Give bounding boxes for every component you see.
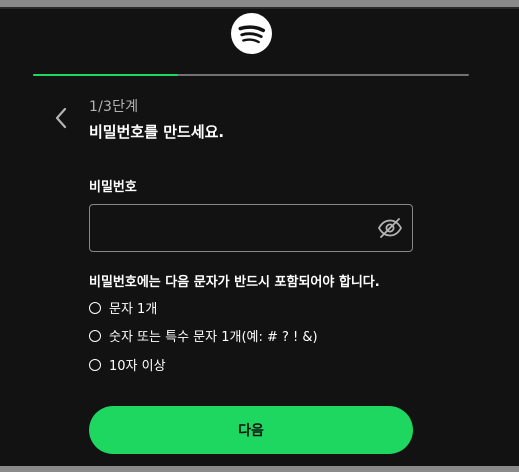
eye-off-icon <box>377 218 403 238</box>
progress-bar <box>33 74 469 76</box>
requirement-label: 문자 1개 <box>109 302 158 317</box>
requirement-label: 10자 이상 <box>109 359 166 374</box>
password-input[interactable] <box>90 205 370 251</box>
circle-icon <box>89 358 101 371</box>
circle-icon <box>89 301 101 314</box>
circle-icon <box>89 329 101 342</box>
password-field-container <box>89 204 413 252</box>
progress-bar-fill <box>33 74 179 76</box>
spotify-logo-icon <box>231 13 272 54</box>
chevron-left-icon <box>55 107 67 129</box>
next-button[interactable]: 다음 <box>89 406 413 454</box>
requirement-item: 숫자 또는 특수 문자 1개(예: # ? ! &) <box>89 326 318 345</box>
requirement-item: 문자 1개 <box>89 298 157 317</box>
password-requirements-heading: 비밀번호에는 다음 문자가 반드시 포함되어야 합니다. <box>89 275 380 290</box>
page-title: 비밀번호를 만드세요. <box>89 123 225 141</box>
step-indicator: 1/3단계 <box>89 99 139 115</box>
requirement-item: 10자 이상 <box>89 355 166 374</box>
show-password-toggle[interactable] <box>377 216 403 240</box>
window-top-edge <box>0 7 519 9</box>
window-top-frame <box>0 0 519 7</box>
requirement-label: 숫자 또는 특수 문자 1개(예: # ? ! &) <box>109 330 318 345</box>
back-button[interactable] <box>48 105 74 131</box>
password-label: 비밀번호 <box>89 180 137 195</box>
window-bottom-frame <box>0 466 519 472</box>
